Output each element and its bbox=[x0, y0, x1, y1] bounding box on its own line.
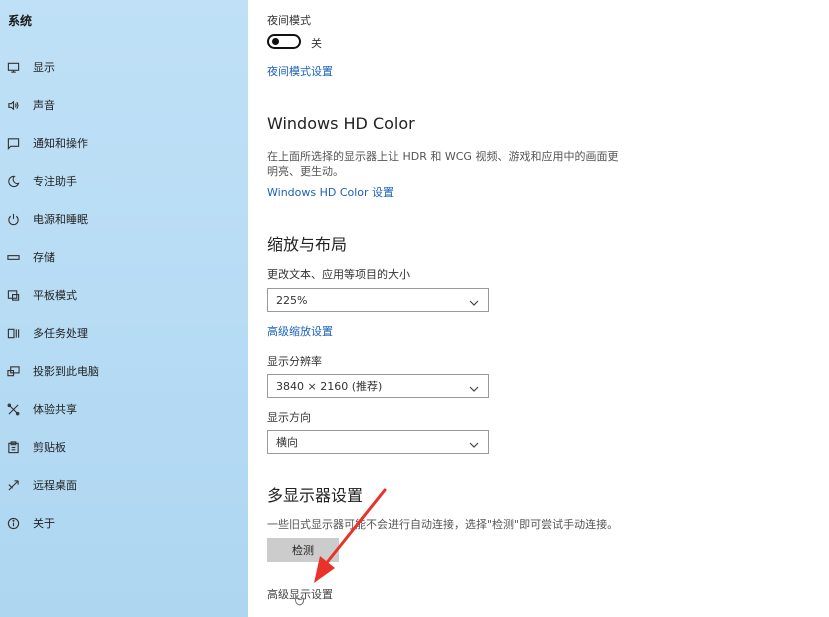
sidebar: 系统 显示 声音 通知和操作 专注助手 电源和睡眠 存储 平板模式 多任务处理 … bbox=[0, 0, 248, 617]
share-icon bbox=[6, 402, 20, 416]
clipboard-icon bbox=[6, 440, 20, 454]
sidebar-item-display[interactable]: 显示 bbox=[0, 52, 248, 82]
sidebar-title: 系统 bbox=[8, 14, 33, 28]
resolution-label: 显示分辨率 bbox=[267, 355, 322, 368]
power-icon bbox=[6, 212, 20, 226]
sidebar-item-project-to-pc[interactable]: 投影到此电脑 bbox=[0, 356, 248, 386]
sidebar-item-label: 平板模式 bbox=[33, 289, 77, 302]
toggle-knob bbox=[272, 38, 279, 45]
sidebar-item-label: 通知和操作 bbox=[33, 137, 88, 150]
hd-color-settings-link[interactable]: Windows HD Color 设置 bbox=[267, 184, 394, 200]
sidebar-item-focus-assist[interactable]: 专注助手 bbox=[0, 166, 248, 196]
remote-desktop-icon bbox=[6, 478, 20, 492]
sidebar-item-multitasking[interactable]: 多任务处理 bbox=[0, 318, 248, 348]
chevron-down-icon bbox=[468, 380, 480, 392]
scale-layout-title: 缩放与布局 bbox=[267, 235, 348, 254]
scale-select[interactable]: 225% bbox=[267, 288, 489, 312]
sidebar-item-about[interactable]: 关于 bbox=[0, 508, 248, 538]
sidebar-item-clipboard[interactable]: 剪贴板 bbox=[0, 432, 248, 462]
advanced-scaling-link[interactable]: 高级缩放设置 bbox=[267, 323, 333, 339]
sidebar-item-notifications[interactable]: 通知和操作 bbox=[0, 128, 248, 158]
tablet-icon bbox=[6, 288, 20, 302]
sidebar-item-shared-experiences[interactable]: 体验共享 bbox=[0, 394, 248, 424]
info-icon bbox=[6, 516, 20, 530]
settings-content: 夜间模式 关 夜间模式设置 Windows HD Color 在上面所选择的显示… bbox=[248, 0, 829, 617]
sidebar-item-label: 关于 bbox=[33, 517, 55, 530]
scale-label: 更改文本、应用等项目的大小 bbox=[267, 268, 410, 281]
sidebar-item-label: 显示 bbox=[33, 61, 55, 74]
speaker-icon bbox=[6, 98, 20, 112]
sidebar-item-label: 投影到此电脑 bbox=[33, 365, 99, 378]
storage-icon bbox=[6, 250, 20, 264]
multi-display-description: 一些旧式显示器可能不会进行自动连接，选择"检测"即可尝试手动连接。 bbox=[267, 518, 619, 531]
sidebar-item-storage[interactable]: 存储 bbox=[0, 242, 248, 272]
orientation-label: 显示方向 bbox=[267, 411, 311, 424]
sidebar-item-sound[interactable]: 声音 bbox=[0, 90, 248, 120]
multi-display-title: 多显示器设置 bbox=[267, 486, 364, 505]
resolution-select-value: 3840 × 2160 (推荐) bbox=[276, 380, 383, 393]
orientation-select-value: 横向 bbox=[276, 436, 298, 449]
hd-color-description: 在上面所选择的显示器上让 HDR 和 WCG 视频、游戏和应用中的画面更明亮、更… bbox=[267, 150, 619, 178]
detect-button[interactable]: 检测 bbox=[267, 538, 339, 562]
resolution-select[interactable]: 3840 × 2160 (推荐) bbox=[267, 374, 489, 398]
night-light-toggle-state: 关 bbox=[311, 37, 322, 50]
hd-color-title: Windows HD Color bbox=[267, 114, 415, 133]
notification-icon bbox=[6, 136, 20, 150]
sidebar-item-label: 存储 bbox=[33, 251, 55, 264]
sidebar-item-label: 远程桌面 bbox=[33, 479, 77, 492]
night-light-toggle[interactable] bbox=[267, 34, 301, 49]
monitor-icon bbox=[6, 60, 20, 74]
advanced-display-settings-link[interactable]: 高级显示设置 bbox=[267, 586, 333, 602]
night-light-label: 夜间模式 bbox=[267, 14, 311, 27]
moon-icon bbox=[6, 174, 20, 188]
sidebar-item-label: 剪贴板 bbox=[33, 441, 66, 454]
sidebar-item-label: 多任务处理 bbox=[33, 327, 88, 340]
sidebar-item-label: 专注助手 bbox=[33, 175, 77, 188]
project-icon bbox=[6, 364, 20, 378]
sidebar-item-label: 体验共享 bbox=[33, 403, 77, 416]
chevron-down-icon bbox=[468, 436, 480, 448]
sidebar-item-power-sleep[interactable]: 电源和睡眠 bbox=[0, 204, 248, 234]
sidebar-item-label: 声音 bbox=[33, 99, 55, 112]
sidebar-item-label: 电源和睡眠 bbox=[33, 213, 88, 226]
night-light-settings-link[interactable]: 夜间模式设置 bbox=[267, 63, 333, 79]
scale-select-value: 225% bbox=[276, 293, 308, 307]
chevron-down-icon bbox=[468, 294, 480, 306]
sidebar-item-tablet-mode[interactable]: 平板模式 bbox=[0, 280, 248, 310]
sidebar-item-remote-desktop[interactable]: 远程桌面 bbox=[0, 470, 248, 500]
orientation-select[interactable]: 横向 bbox=[267, 430, 489, 454]
multitask-icon bbox=[6, 326, 20, 340]
